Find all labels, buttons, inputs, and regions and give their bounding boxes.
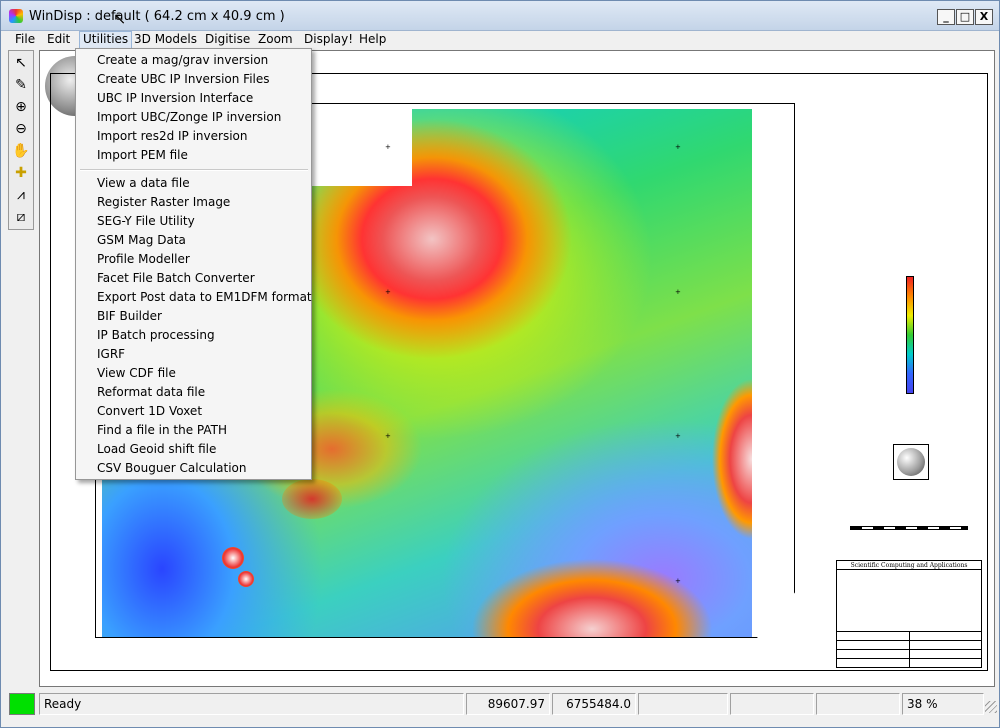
menuitem-load-geoid-shift-file[interactable]: Load Geoid shift file: [97, 440, 216, 459]
menu-help[interactable]: Help: [356, 31, 389, 49]
title-block-row: [837, 640, 981, 649]
anomaly-spot: [222, 547, 244, 569]
menu-3d-models[interactable]: 3D Models: [131, 31, 200, 49]
menuitem-gsm-mag-data[interactable]: GSM Mag Data: [97, 231, 186, 250]
map-scale-bar: [850, 526, 968, 530]
utilities-dropdown: Create a mag/grav inversion Create UBC I…: [75, 48, 312, 480]
title-bar[interactable]: WinDisp : default ( 64.2 cm x 40.9 cm ) …: [1, 1, 999, 31]
crosshair-icon[interactable]: ✚: [11, 163, 31, 183]
status-pane-empty: [730, 693, 814, 715]
shading-sphere-icon: [897, 448, 925, 476]
status-y-coordinate: 6755484.0: [552, 693, 636, 715]
close-button[interactable]: X: [975, 9, 993, 25]
color-scale-bar: [906, 276, 914, 394]
menuitem-convert-1d-voxet[interactable]: Convert 1D Voxet: [97, 402, 202, 421]
menuitem-igrf[interactable]: IGRF: [97, 345, 125, 364]
menuitem-import-res2d-ip-inversion[interactable]: Import res2d IP inversion: [97, 127, 248, 146]
profile-icon[interactable]: ⩘: [11, 185, 31, 205]
hand-icon[interactable]: ✋: [11, 141, 31, 161]
title-block-row: [837, 649, 981, 658]
menuitem-find-file-in-path[interactable]: Find a file in the PATH: [97, 421, 227, 440]
menuitem-view-cdf-file[interactable]: View CDF file: [97, 364, 176, 383]
title-block-row: [837, 631, 981, 640]
minimize-button[interactable]: _: [937, 9, 955, 25]
menuitem-create-ubc-ip-inversion-files[interactable]: Create UBC IP Inversion Files: [97, 70, 270, 89]
menu-bar: File Edit Utilities 3D Models Digitise Z…: [1, 31, 999, 49]
menu-display[interactable]: Display!: [301, 31, 356, 49]
app-icon: [9, 9, 23, 23]
title-block-company: Scientific Computing and Applications: [837, 561, 981, 570]
menuitem-import-ubc-zonge-ip-inversion[interactable]: Import UBC/Zonge IP inversion: [97, 108, 281, 127]
status-message: Ready: [39, 693, 464, 715]
tool-palette: ↖ ✎ ⊕ ⊖ ✋ ✚ ⩘ ⧄: [8, 50, 34, 230]
menuitem-csv-bouguer-calculation[interactable]: CSV Bouguer Calculation: [97, 459, 247, 478]
mouse-cursor-icon: ↖: [113, 9, 127, 28]
pointer-icon[interactable]: ↖: [11, 53, 31, 73]
menu-separator: [80, 169, 308, 171]
menuitem-create-mag-grav-inversion[interactable]: Create a mag/grav inversion: [97, 51, 268, 70]
menu-utilities[interactable]: Utilities: [79, 31, 133, 49]
grid-cross: +: [385, 143, 391, 151]
sun-angle-indicator: [893, 444, 929, 480]
title-block: Scientific Computing and Applications: [836, 560, 982, 668]
grid-cross: +: [675, 432, 681, 440]
pan-tool-icon[interactable]: ✎: [11, 75, 31, 95]
menuitem-import-pem-file[interactable]: Import PEM file: [97, 146, 188, 165]
status-zoom-level: 38 %: [902, 693, 984, 715]
grid-cross: +: [675, 143, 681, 151]
title-block-row: [837, 658, 981, 667]
menuitem-bif-builder[interactable]: BIF Builder: [97, 307, 162, 326]
menuitem-facet-file-batch-converter[interactable]: Facet File Batch Converter: [97, 269, 255, 288]
menu-edit[interactable]: Edit: [44, 31, 73, 49]
menu-digitise[interactable]: Digitise: [202, 31, 253, 49]
grid-cross: +: [385, 432, 391, 440]
grid-cross: +: [675, 577, 681, 585]
menuitem-view-data-file[interactable]: View a data file: [97, 174, 190, 193]
app-window: WinDisp : default ( 64.2 cm x 40.9 cm ) …: [0, 0, 1000, 728]
menuitem-ubc-ip-inversion-interface[interactable]: UBC IP Inversion Interface: [97, 89, 253, 108]
menuitem-export-post-data-em1dfm[interactable]: Export Post data to EM1DFM format: [97, 288, 312, 307]
status-indicator: [9, 693, 35, 715]
grid-cross: +: [385, 288, 391, 296]
status-pane-empty: [816, 693, 900, 715]
anomaly-spot: [238, 571, 254, 587]
menuitem-reformat-data-file[interactable]: Reformat data file: [97, 383, 205, 402]
menuitem-ip-batch-processing[interactable]: IP Batch processing: [97, 326, 215, 345]
window-title: WinDisp : default ( 64.2 cm x 40.9 cm ): [29, 9, 285, 24]
menuitem-register-raster-image[interactable]: Register Raster Image: [97, 193, 230, 212]
zoom-in-icon[interactable]: ⊕: [11, 97, 31, 117]
status-pane-empty: [638, 693, 728, 715]
zoom-out-icon[interactable]: ⊖: [11, 119, 31, 139]
status-bar: Ready 89607.97 6755484.0 38 %: [1, 691, 999, 727]
image-edit-icon[interactable]: ⧄: [11, 207, 31, 227]
resize-grip-icon[interactable]: [985, 701, 997, 713]
maximize-button[interactable]: □: [956, 9, 974, 25]
menu-file[interactable]: File: [12, 31, 38, 49]
grid-cross: +: [675, 288, 681, 296]
menu-zoom[interactable]: Zoom: [255, 31, 296, 49]
status-x-coordinate: 89607.97: [466, 693, 550, 715]
menuitem-profile-modeller[interactable]: Profile Modeller: [97, 250, 190, 269]
anomaly-spot: [282, 479, 342, 519]
menuitem-segy-file-utility[interactable]: SEG-Y File Utility: [97, 212, 195, 231]
